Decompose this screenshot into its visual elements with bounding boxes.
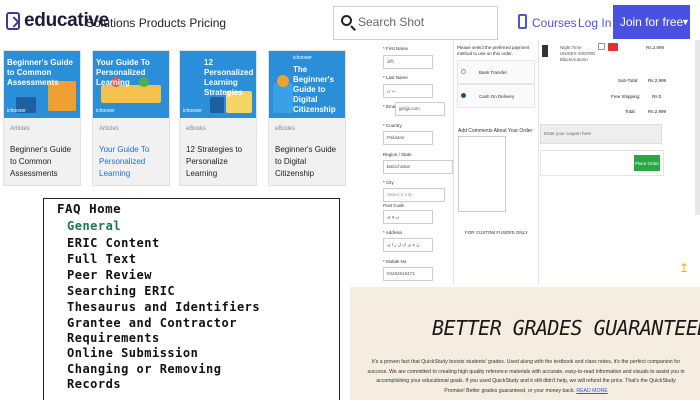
product-price: Rs.2,999 [646, 45, 665, 50]
card-image: 12 Personalized Learning Strategies icho… [180, 51, 256, 118]
remove-icon[interactable] [608, 43, 618, 51]
card-image-brand: ichooser [183, 108, 202, 114]
faq-home-link[interactable]: FAQ Home [57, 201, 121, 216]
card-image-title: 12 Personalized Learning Strategies [204, 58, 254, 97]
payment-option-label: Cash On Delivery [479, 94, 515, 99]
total-label: Total: [625, 109, 636, 114]
last-name-field[interactable]: ب ن [383, 84, 433, 98]
place-order-button[interactable]: Place Order [634, 155, 660, 171]
column-divider [453, 40, 454, 285]
comments-label: Add Comments About Your Order [458, 128, 533, 134]
first-name-field[interactable]: Jiffi [383, 55, 433, 69]
field-label: Post Code [383, 203, 405, 208]
faq-item-grantee-cont[interactable]: Requirements [67, 331, 160, 345]
field-label: * City [383, 180, 394, 185]
card-image-title: The Beginner's Guide to Digital Citizens… [293, 65, 336, 114]
card-title[interactable]: Beginner's Guide to Digital Citizenship [275, 144, 341, 180]
card-category: Articles [10, 126, 30, 132]
card-image: Beginner's Guide to Common Assessments i… [4, 51, 80, 118]
field-label: * Mobile No [383, 259, 407, 264]
card-title[interactable]: 12 Strategies to Personalize Learning [186, 144, 252, 180]
arrow-up-icon[interactable]: ↥ [679, 261, 689, 275]
card-image-title: Your Guide To Personalized Learning [96, 58, 150, 87]
mobile-field[interactable]: 03482819473 [383, 267, 433, 281]
city-select[interactable]: Select a City [383, 188, 445, 202]
courses-icon [518, 14, 527, 29]
card-category: eBooks [275, 126, 296, 132]
card-category: eBooks [186, 126, 207, 132]
faq-item-general[interactable]: General [67, 219, 121, 233]
card-image-brand: ichooser [7, 108, 26, 114]
product-thumbnail [542, 45, 548, 57]
comments-textarea[interactable] [458, 136, 506, 212]
join-label: Join for free [619, 15, 684, 29]
card-image-brand: ichooser [96, 108, 115, 114]
faq-item-changing-removing[interactable]: Changing or Removing [67, 362, 222, 376]
card-title[interactable]: Beginner's Guide to Common Assessments [10, 144, 76, 180]
faq-item-eric-content[interactable]: ERIC Content [67, 236, 160, 250]
scrollbar[interactable] [695, 40, 700, 215]
card-image: Your Guide To Personalized Learning icho… [93, 51, 169, 118]
payment-prompt: Please select the preferred payment meth… [457, 45, 530, 56]
card-title[interactable]: Your Guide To Personalized Learning [99, 144, 165, 180]
article-card[interactable]: 12 Personalized Learning Strategies icho… [179, 50, 257, 186]
faq-item-searching-eric[interactable]: Searching ERIC [67, 284, 175, 298]
radio-cash-on-delivery[interactable] [461, 93, 466, 98]
total-value: Rs.2,999 [648, 109, 667, 114]
login-link[interactable]: Log In [578, 16, 611, 30]
educative-logo-icon[interactable] [6, 12, 20, 30]
chevron-down-icon: ▼ [681, 17, 690, 27]
subtotal-value: Rs.2,999 [648, 78, 667, 83]
shipping-label: Free Shipping: [611, 94, 641, 99]
shipping-value: Rs.0 [652, 94, 662, 99]
payment-option-label: Bank Transfer [479, 70, 508, 75]
field-label: Region / State [383, 152, 412, 157]
promo-body-text: It's a proven fact that QuickStudy boost… [367, 359, 685, 394]
join-for-free-button[interactable]: Join for free [613, 5, 690, 39]
faq-item-thesaurus[interactable]: Thesaurus and Identifiers [67, 300, 260, 314]
place-order-label: Place Order [634, 160, 659, 166]
promo-heading: BETTER GRADES GUARANTEED [432, 316, 700, 340]
region-select[interactable]: Balochistan [383, 160, 453, 174]
article-card[interactable]: The Beginner's Guide to Digital Citizens… [268, 50, 346, 186]
faq-item-grantee[interactable]: Grantee and Contractor [67, 316, 237, 330]
card-image-title: Beginner's Guide to Common Assessments [7, 58, 73, 87]
courses-link[interactable]: Courses [532, 16, 577, 30]
promo-body: It's a proven fact that QuickStudy boost… [366, 358, 686, 396]
product-name: Night Time UNISEX 400GRE Black/Autumn [560, 45, 596, 62]
card-image-brand: ichooser [293, 55, 312, 61]
faq-item-online-submission[interactable]: Online Submission [67, 346, 198, 360]
faq-item-records[interactable]: Records [67, 377, 121, 391]
country-field[interactable]: Pakistan [383, 131, 433, 145]
coupon-placeholder: Enter your coupon here [544, 131, 592, 136]
faq-item-full-text[interactable]: Full Text [67, 252, 137, 266]
main-nav[interactable]: Solutions Products Pricing [86, 16, 226, 30]
quantity-box[interactable] [598, 43, 605, 50]
field-label: * First Name [383, 46, 409, 51]
read-more-link[interactable]: READ MORE [576, 388, 607, 394]
article-card[interactable]: Your Guide To Personalized Learning icho… [92, 50, 170, 186]
radio-bank-transfer[interactable] [461, 69, 466, 74]
search-input[interactable] [358, 12, 488, 32]
email-field[interactable]: jjdsjjs.com [395, 102, 445, 116]
article-card[interactable]: Beginner's Guide to Common Assessments i… [3, 50, 81, 186]
field-label: * Address [383, 230, 403, 235]
subtotal-label: Sub-Total: [618, 78, 639, 83]
address-field[interactable]: ن ہ ی ک ل ر ا ی [383, 238, 433, 252]
field-label: * Country [383, 123, 402, 128]
field-label: * Last Name [383, 75, 408, 80]
card-category: Articles [99, 126, 119, 132]
custom-users-note: FOR CUSTOM FUSERS ONLY [465, 230, 528, 235]
post-code-field[interactable]: ن ہ ی [383, 210, 433, 224]
column-divider [538, 40, 539, 285]
search-icon [341, 15, 352, 26]
card-image: The Beginner's Guide to Digital Citizens… [269, 51, 345, 118]
faq-item-peer-review[interactable]: Peer Review [67, 268, 152, 282]
